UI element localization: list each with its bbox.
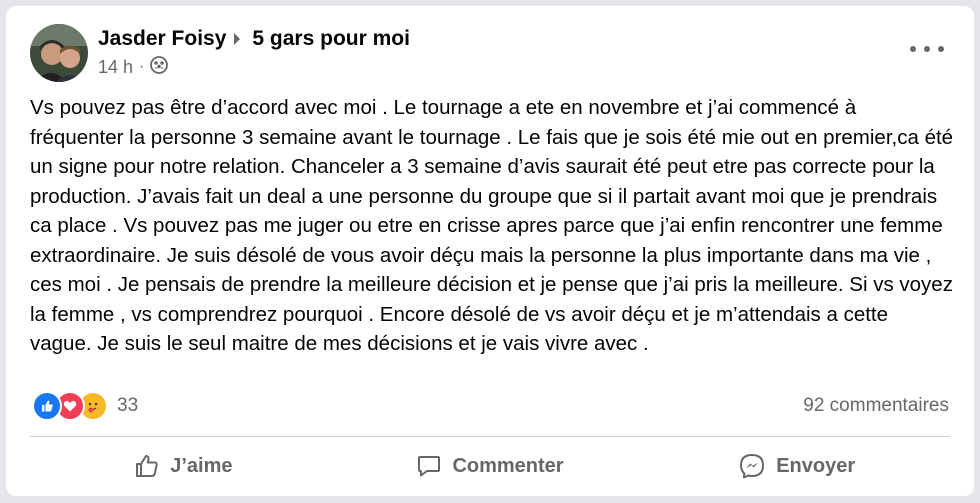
meta-separator: · (139, 58, 145, 75)
post-time[interactable]: 14 h (98, 57, 133, 78)
send-button[interactable]: Envoyer (643, 442, 950, 490)
comment-button-label: Commenter (452, 454, 564, 477)
divider (30, 436, 950, 437)
more-options-button[interactable] (910, 42, 944, 56)
comment-icon (416, 453, 442, 479)
reaction-count: 33 (117, 395, 139, 416)
action-bar: J’aime Commenter Envoyer (30, 442, 950, 490)
author-name[interactable]: Jasder Foisy (98, 27, 226, 51)
comments-count[interactable]: 92 commentaires (803, 395, 949, 417)
messenger-icon (738, 452, 766, 480)
post-text: Vs pouvez pas être d’accord avec moi . L… (30, 96, 954, 355)
reactions-summary[interactable]: 33 (32, 391, 139, 421)
group-audience-icon[interactable] (150, 55, 169, 79)
comment-button[interactable]: Commenter (337, 442, 644, 490)
like-button-label: J’aime (170, 454, 233, 477)
more-dot-icon (924, 46, 930, 52)
like-button[interactable]: J’aime (30, 442, 337, 490)
thumbs-up-icon (134, 453, 160, 479)
more-dot-icon (938, 46, 944, 52)
post-meta: 14 h · (98, 55, 169, 79)
send-button-label: Envoyer (776, 454, 856, 477)
avatar-photo (30, 24, 88, 82)
like-reaction-icon (32, 391, 62, 421)
post-card: Jasder Foisy 5 gars pour moi 14 h · Vs p… (6, 6, 974, 496)
more-dot-icon (910, 46, 916, 52)
group-name[interactable]: 5 gars pour moi (252, 27, 410, 51)
caret-right-icon (232, 29, 246, 49)
post-header: Jasder Foisy 5 gars pour moi (98, 24, 410, 54)
avatar[interactable] (30, 24, 88, 82)
